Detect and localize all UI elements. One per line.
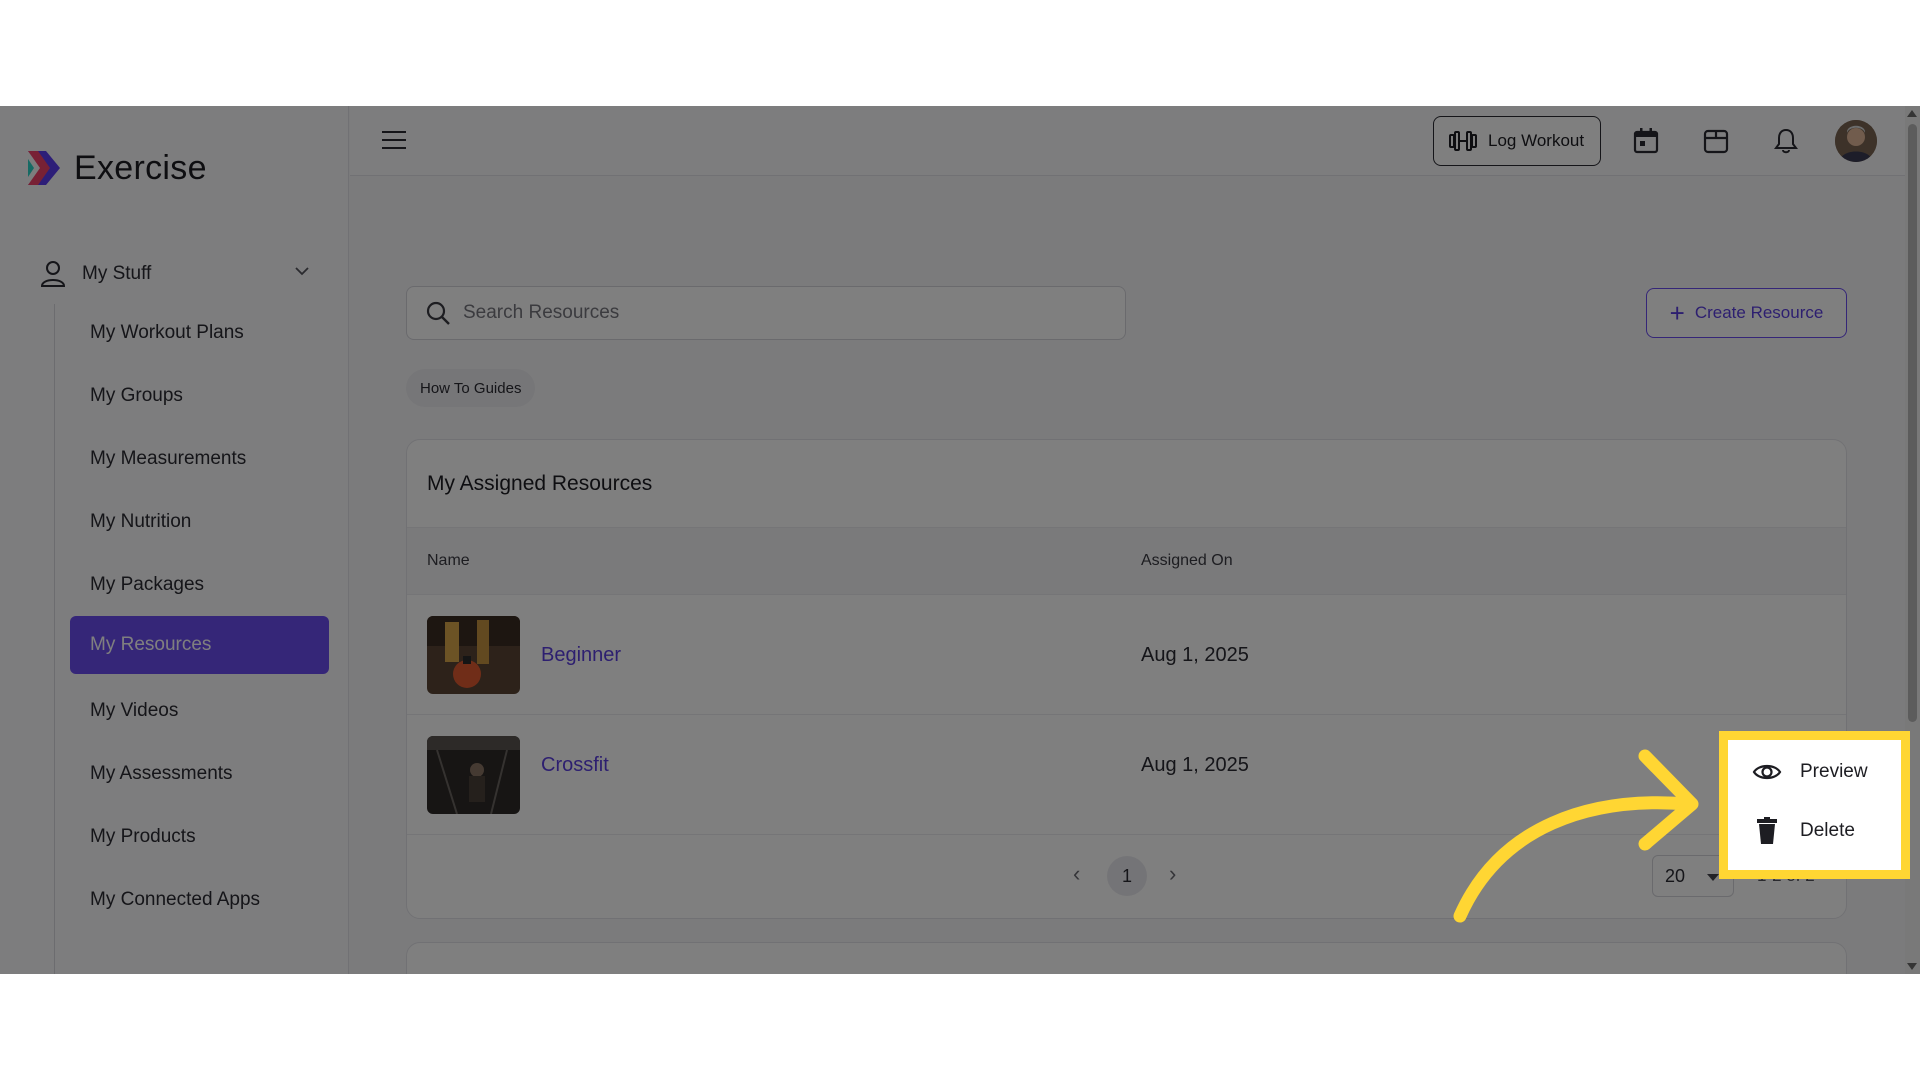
screenshot-stage: Exercise My Stuff My Workout Plans My Gr… bbox=[0, 0, 1920, 1080]
annotation-arrow-icon bbox=[1453, 749, 1699, 923]
menu-item-delete[interactable]: Delete bbox=[1728, 806, 1901, 856]
app-window: Exercise My Stuff My Workout Plans My Gr… bbox=[0, 106, 1920, 974]
eye-icon bbox=[1752, 764, 1782, 780]
menu-item-label: Delete bbox=[1800, 820, 1855, 841]
row-context-menu: Preview Delete bbox=[1719, 731, 1910, 879]
trash-icon bbox=[1757, 817, 1777, 844]
menu-item-preview[interactable]: Preview bbox=[1728, 747, 1901, 797]
menu-item-label: Preview bbox=[1800, 761, 1868, 782]
